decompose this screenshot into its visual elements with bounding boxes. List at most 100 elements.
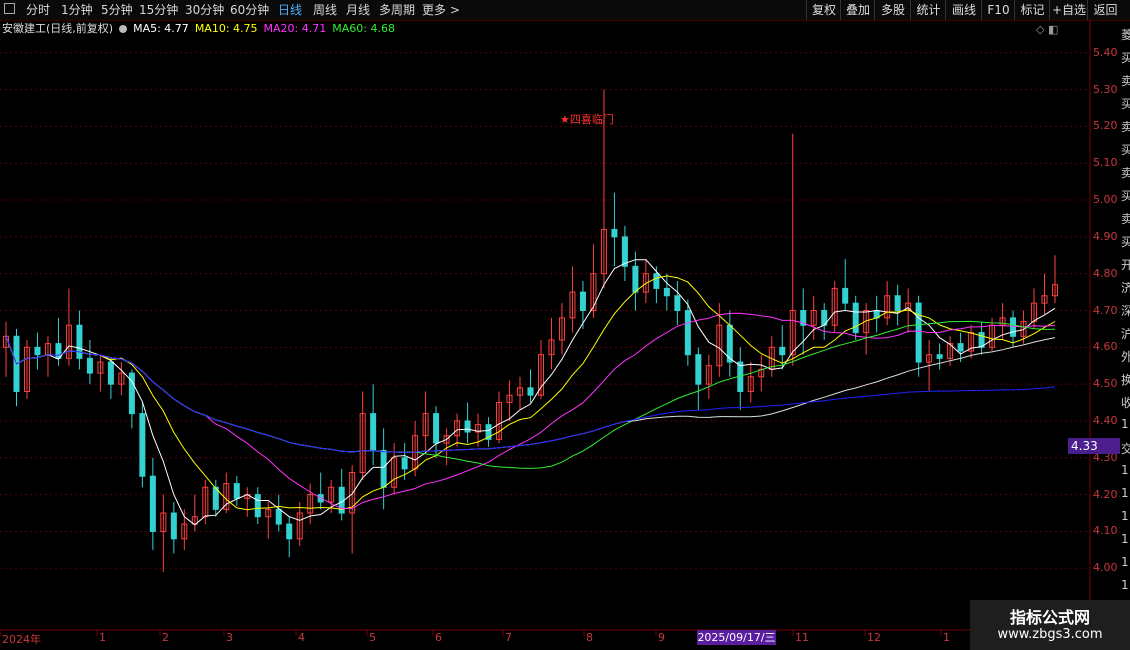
strip-char: 卖 <box>1121 166 1130 180</box>
candle-body <box>674 295 681 311</box>
candle-body <box>957 343 964 352</box>
y-tick-label: 4.00 <box>1093 561 1118 575</box>
strip-char: 卖 <box>1121 74 1130 88</box>
period-tab-6[interactable]: 日线 <box>278 2 302 18</box>
strip-char: 买 <box>1121 235 1130 249</box>
strip-char: 买 <box>1121 51 1130 65</box>
strip-char: 深 <box>1121 304 1130 318</box>
strip-char: 1 <box>1121 417 1129 431</box>
toolbar-button-1[interactable]: 叠加 <box>840 0 875 20</box>
candle-body <box>254 494 261 518</box>
candle-body <box>852 302 859 334</box>
candle-body <box>233 483 240 499</box>
chart-window-icons[interactable]: ◇ ◧ <box>1036 23 1058 36</box>
x-tick-label: 4 <box>298 631 305 644</box>
toolbar-button-5[interactable]: F10 <box>981 0 1015 20</box>
current-price-badge: 4.33 <box>1068 438 1120 454</box>
x-tick-label: 12 <box>867 631 881 644</box>
toolbar-button-6[interactable]: 标记 <box>1014 0 1050 20</box>
candle-body <box>107 361 114 385</box>
candle-body <box>286 523 293 540</box>
candle-body <box>894 295 901 311</box>
toolbar-button-8[interactable]: 返回 <box>1087 0 1123 20</box>
watermark-url: www.zbgs3.com <box>997 627 1103 642</box>
period-tab-5[interactable]: 60分钟 <box>230 2 269 18</box>
y-tick-label: 5.10 <box>1093 156 1118 170</box>
x-tick-label: 9 <box>658 631 665 644</box>
candle-body <box>139 413 146 477</box>
chart-title: 安徽建工(日线,前复权) <box>2 22 114 35</box>
strip-char: 1 <box>1121 555 1129 569</box>
right-info-strip: 菱买卖买卖买卖买卖买开济深沪外换收1交111111 <box>1121 20 1130 630</box>
y-tick-label: 5.00 <box>1093 193 1118 207</box>
candle-body <box>936 354 943 359</box>
x-tick-label: 11 <box>795 631 809 644</box>
candle-body <box>380 449 387 488</box>
candle-body <box>275 508 282 525</box>
watermark-title: 指标公式网 <box>1009 608 1090 627</box>
period-tab-3[interactable]: 15分钟 <box>139 2 178 18</box>
candle-body <box>579 291 586 311</box>
period-tab-10[interactable]: 更多 > <box>422 2 460 18</box>
x-tick-label: 2024年 <box>2 633 41 646</box>
strip-char: 买 <box>1121 189 1130 203</box>
candle-body <box>684 310 691 356</box>
strip-char: 1 <box>1121 486 1129 500</box>
strip-char: 买 <box>1121 97 1130 111</box>
candle-body <box>433 413 440 444</box>
y-tick-label: 5.30 <box>1093 82 1118 96</box>
x-tick-label: 5 <box>369 631 376 644</box>
selected-date-badge: 2025/09/17/三 <box>697 630 776 645</box>
y-tick-label: 4.90 <box>1093 229 1118 243</box>
period-tab-8[interactable]: 月线 <box>346 2 370 18</box>
ma10-label: MA10: 4.75 <box>194 22 258 35</box>
y-tick-label: 4.50 <box>1093 377 1118 391</box>
candle-body <box>695 354 702 385</box>
period-tab-7[interactable]: 周线 <box>313 2 337 18</box>
period-tab-0[interactable]: 分时 <box>26 2 50 18</box>
strip-char: 卖 <box>1121 212 1130 226</box>
strip-char: 换 <box>1121 373 1130 387</box>
strip-char: 沪 <box>1121 327 1130 341</box>
strip-char: 收 <box>1121 396 1130 410</box>
ma60-label: MA60: 4.68 <box>332 22 395 35</box>
toolbar-button-0[interactable]: 复权 <box>806 0 841 20</box>
strip-char: 1 <box>1121 463 1129 477</box>
candle-body <box>86 357 93 374</box>
candle-body <box>842 287 849 304</box>
period-tab-4[interactable]: 30分钟 <box>185 2 224 18</box>
toolbar-button-2[interactable]: 多股 <box>874 0 911 20</box>
x-tick-label: 2 <box>162 631 169 644</box>
signal-annotation: ★四喜临门 <box>560 113 614 126</box>
candle-body <box>632 265 639 293</box>
strip-char: 济 <box>1121 281 1130 295</box>
ma20-label: MA20: 4.71 <box>263 22 327 35</box>
candle-body <box>76 324 83 359</box>
y-tick-label: 4.20 <box>1093 487 1118 501</box>
candle-body <box>611 228 618 238</box>
candle-body <box>527 387 534 396</box>
period-tab-2[interactable]: 5分钟 <box>101 2 133 18</box>
toolbar-button-7[interactable]: +自选 <box>1049 0 1088 20</box>
strip-char: 菱 <box>1121 28 1130 42</box>
y-tick-label: 4.80 <box>1093 266 1118 280</box>
toolbar-button-3[interactable]: 统计 <box>910 0 946 20</box>
strip-char: 外 <box>1121 350 1130 364</box>
candle-body <box>915 302 922 363</box>
candle-body <box>34 346 41 356</box>
period-tab-1[interactable]: 1分钟 <box>61 2 93 18</box>
x-tick-label: 1 <box>99 631 106 644</box>
y-tick-label: 4.70 <box>1093 303 1118 317</box>
x-tick-label: 7 <box>505 631 512 644</box>
x-tick-label: 8 <box>586 631 593 644</box>
window-menu-icon[interactable] <box>4 3 15 14</box>
strip-char: 1 <box>1121 532 1129 546</box>
settings-dot-icon[interactable] <box>119 25 128 33</box>
y-tick-label: 5.20 <box>1093 119 1118 133</box>
y-tick-label: 5.40 <box>1093 45 1118 59</box>
toolbar-button-4[interactable]: 画线 <box>945 0 982 20</box>
y-tick-label: 4.40 <box>1093 413 1118 427</box>
candle-body <box>370 413 377 451</box>
candle-body <box>401 457 408 470</box>
period-tab-9[interactable]: 多周期 <box>379 2 415 18</box>
